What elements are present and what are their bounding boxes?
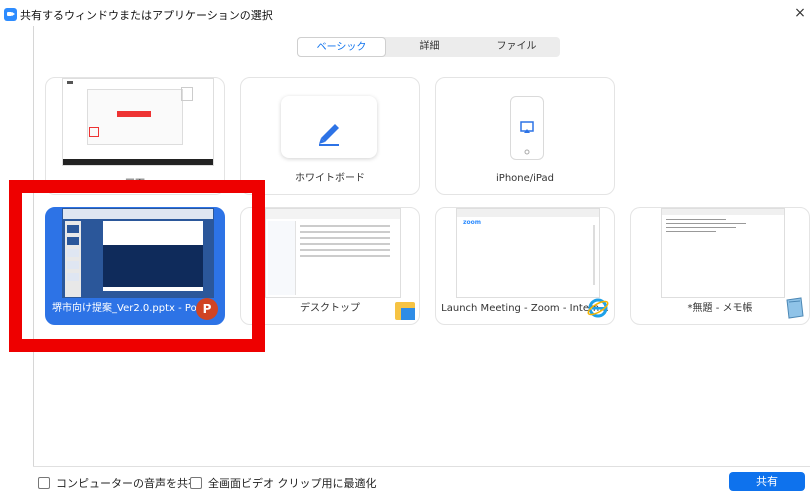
- window-title: 共有するウィンドウまたはアプリケーションの選択: [20, 9, 273, 22]
- share-audio-label: コンピューターの音声を共有: [56, 477, 199, 490]
- phone-icon: [510, 96, 544, 160]
- tile-label: 堺市向け提案_Ver2.0.pptx - Powe...: [52, 303, 198, 314]
- powerpoint-thumbnail: [62, 208, 214, 298]
- optimize-video-checkbox[interactable]: 全画面ビデオ クリップ用に最適化: [190, 475, 377, 491]
- tile-label: デスクトップ: [300, 303, 360, 314]
- folder-icon: [395, 302, 415, 320]
- tile-notepad[interactable]: *無題 - メモ帳: [630, 207, 810, 325]
- airplay-icon: [520, 121, 534, 155]
- tile-desktop[interactable]: デスクトップ: [240, 207, 420, 325]
- notepad-icon: [786, 297, 804, 319]
- whiteboard-card: [281, 96, 377, 158]
- zoom-logo: zoom: [463, 219, 481, 226]
- tile-label: ホワイトボード: [295, 173, 365, 184]
- divider: [33, 26, 34, 466]
- browser-thumbnail: zoom: [456, 208, 600, 298]
- checkbox-icon[interactable]: [190, 477, 202, 489]
- tab-basic[interactable]: ベーシック: [297, 37, 386, 57]
- share-button[interactable]: 共有: [729, 472, 805, 491]
- tile-label: 画面: [125, 179, 145, 190]
- tab-files[interactable]: ファイル: [473, 37, 560, 57]
- close-icon[interactable]: ×: [792, 5, 808, 21]
- internet-explorer-icon: [587, 298, 609, 318]
- tab-bar: ベーシック 詳細 ファイル: [297, 37, 560, 57]
- tile-iphone-ipad[interactable]: iPhone/iPad: [435, 77, 615, 195]
- tile-whiteboard[interactable]: ホワイトボード: [240, 77, 420, 195]
- notepad-thumbnail: [661, 208, 785, 298]
- tab-advanced[interactable]: 詳細: [386, 37, 473, 57]
- checkbox-icon[interactable]: [38, 477, 50, 489]
- zoom-app-icon: [4, 8, 17, 21]
- pen-icon: [319, 124, 339, 146]
- desktop-thumbnail: [265, 208, 401, 298]
- share-audio-checkbox[interactable]: コンピューターの音声を共有: [38, 475, 199, 491]
- footer-divider: [33, 466, 810, 467]
- tile-internet-explorer[interactable]: zoom Launch Meeting - Zoom - Intern...: [435, 207, 615, 325]
- optimize-video-label: 全画面ビデオ クリップ用に最適化: [208, 477, 377, 490]
- tile-powerpoint[interactable]: 堺市向け提案_Ver2.0.pptx - Powe... P: [45, 207, 225, 325]
- powerpoint-app-icon: P: [196, 298, 218, 320]
- title-bar: 共有するウィンドウまたはアプリケーションの選択 ×: [0, 0, 810, 26]
- screen-thumbnail: [62, 78, 214, 166]
- tile-label: iPhone/iPad: [496, 173, 554, 184]
- tile-screen[interactable]: 画面: [45, 77, 225, 195]
